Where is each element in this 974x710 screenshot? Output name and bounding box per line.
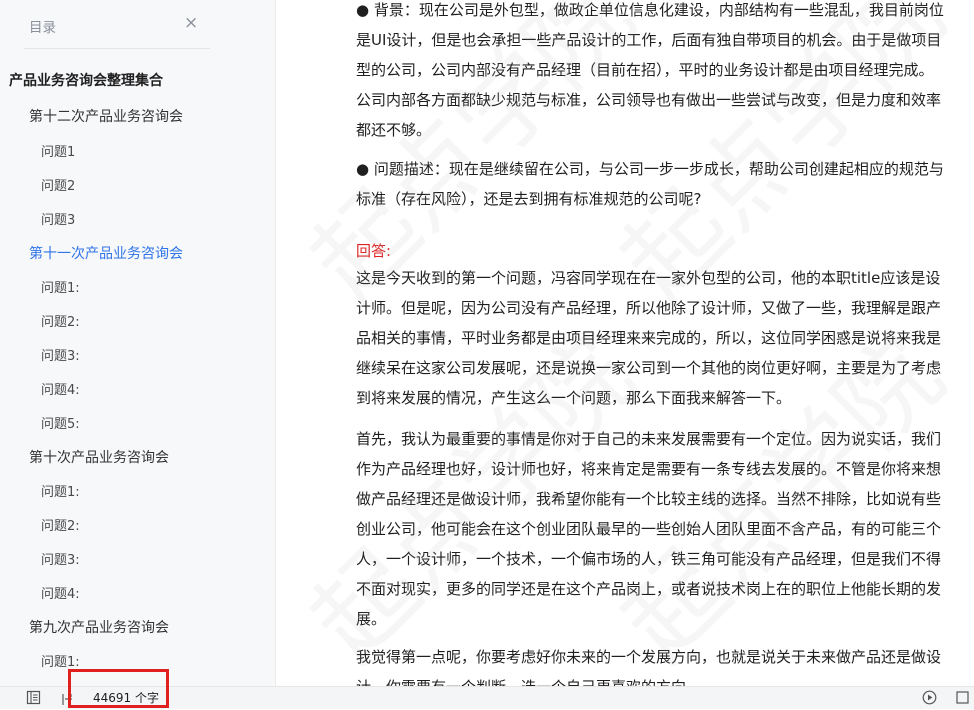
toc-question-item[interactable]: 问题2: (41, 311, 80, 330)
paragraph-line: 型的公司，公司内部没有产品经理（目前在招），平时的业务设计都是由项目经理完成。 (356, 61, 934, 79)
close-icon[interactable]: × (184, 13, 198, 33)
toc-question-item[interactable]: 问题1 (41, 141, 75, 160)
paragraph-line: 计师。但是呢，因为公司没有产品经理，所以他除了设计师，又做了一些，我理解是跟产 (356, 299, 942, 317)
toc-title[interactable]: 产品业务咨询会整理集合 (9, 70, 163, 90)
outline-toggle-icon[interactable] (26, 690, 41, 709)
paragraph-line: 作为产品经理也好，设计师也好，将来肯定是需要有一条专线去发展的。不管是你将来想 (356, 460, 942, 478)
toc-section-item[interactable]: 第九次产品业务咨询会 (29, 617, 169, 637)
paragraph-line: 展。 (356, 610, 387, 628)
toc-question-item[interactable]: 问题3: (41, 549, 80, 568)
toc-question-item[interactable]: 问题5: (41, 413, 80, 432)
toc-question-item[interactable]: 问题3: (41, 345, 80, 364)
paragraph-line: 品相关的事情，平时业务都是由项目经理来来完成的，所以，这位同学困惑是说将来我是 (356, 329, 942, 347)
toc-question-item[interactable]: 问题1: (41, 277, 80, 296)
paragraph-line: 计，你需要有一个判断，选一个自己更喜欢的方向 (356, 673, 974, 686)
paragraph-line: 公司内部各方面都缺少规范与标准，公司领导也有做出一些尝试与改变，但是力度和效率 (356, 91, 942, 109)
paragraph-line: 首先，我认为最重要的事情是你对于自己的未来发展需要有一个定位。因为说实话，我们 (356, 430, 942, 448)
toc-sidebar: 目录 × 产品业务咨询会整理集合第十二次产品业务咨询会问题1 问题2 问题3 第十一次… (0, 0, 276, 686)
paragraph-line: 标准（存在风险），还是去到拥有标准规范的公司呢? (356, 190, 702, 208)
toc-section-item[interactable]: 第十二次产品业务咨询会 (29, 106, 183, 126)
answer-label: 回答: (356, 242, 392, 260)
toc-question-item[interactable]: 问题4: (41, 379, 80, 398)
paragraph-line: 我觉得第一点呢，你要考虑好你未来的一个发展方向，也就是说关于未来做产品还是做设 (356, 648, 942, 666)
paragraph-line: 这是今天收到的第一个问题，冯容同学现在在一家外包型的公司，他的本职title应该… (356, 269, 941, 287)
toc-question-item[interactable]: 问题1: (41, 481, 80, 500)
paragraph-line: ● 问题描述：现在是继续留在公司，与公司一步一步成长，帮助公司创建起相应的规范与 (356, 160, 944, 178)
paragraph-line: 人，一个设计师，一个技术，一个偏市场的人，铁三角可能没有产品经理，但是我们不得 (356, 550, 942, 568)
document-content: ● 背景：现在公司是外包型，做政企单位信息化建设，内部结构有一些混乱，我目前岗位… (276, 0, 974, 686)
paragraph-line: 到将来发展的情况，产生这么一个问题，那么下面我来解答一下。 (356, 389, 792, 407)
paragraph-line: 不面对现实，更多的同学还是在这个产品岗上，或者说技术岗上在的职位上他能长期的发 (356, 580, 942, 598)
more-icon[interactable] (955, 690, 970, 709)
toc-header: 目录 (29, 20, 56, 36)
paragraph-line: 创业公司，他可能会在这个创业团队最早的一些创始人团队里面不含产品，有的可能三个 (356, 520, 942, 538)
toc-divider (24, 48, 210, 49)
toc-question-item[interactable]: 问题1: (41, 651, 80, 670)
paragraph-line: 是UI设计，但是也会承担一些产品设计的工作，后面有独自带项目的机会。由于是做项目 (356, 31, 942, 49)
toc-question-item[interactable]: 问题3 (41, 209, 75, 228)
word-count-highlight-box (68, 669, 169, 708)
toc-question-item[interactable]: 问题2 (41, 175, 75, 194)
toc-question-item[interactable]: 问题2: (41, 515, 80, 534)
toc-section-item[interactable]: 第十一次产品业务咨询会 (29, 243, 183, 263)
paragraph-line: ● 背景：现在公司是外包型，做政企单位信息化建设，内部结构有一些混乱，我目前岗位 (356, 1, 944, 19)
play-icon[interactable] (922, 690, 937, 709)
toc-question-item[interactable]: 问题4: (41, 583, 80, 602)
paragraph-line: 做产品经理还是做设计师，我希望你能有一个比较主线的选择。当然不排除，比如说有些 (356, 490, 942, 508)
paragraph-line: 都还不够。 (356, 121, 432, 139)
paragraph-line: 继续呆在这家公司发展呢，还是说换一家公司到一个其他的岗位更好啊，主要是为了考虑 (356, 359, 942, 377)
toc-section-item[interactable]: 第十次产品业务咨询会 (29, 447, 169, 467)
